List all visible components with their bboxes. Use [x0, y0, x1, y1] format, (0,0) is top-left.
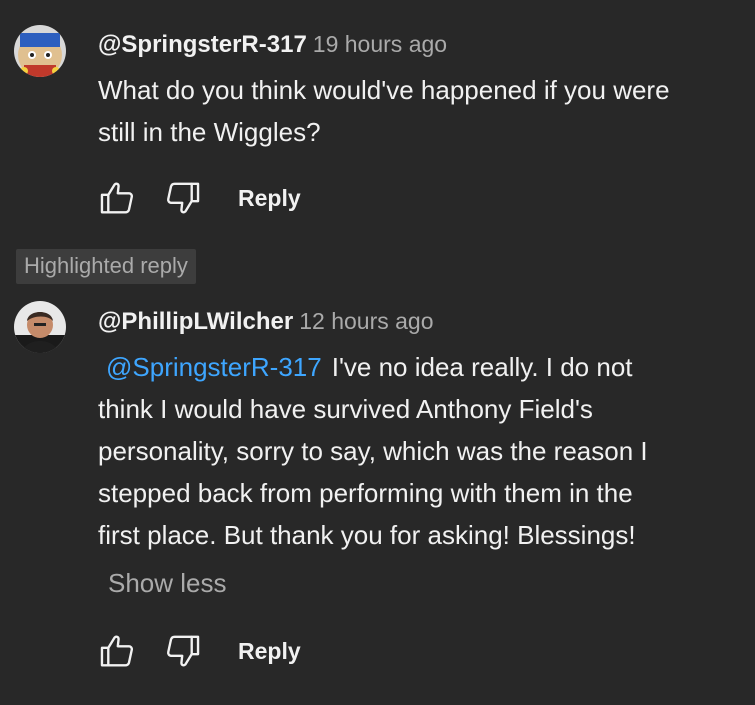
comment-text-line: still in the Wiggles? [98, 117, 321, 147]
reply-text-line: first place. But thank you for asking! B… [98, 520, 636, 550]
like-button[interactable] [96, 630, 138, 672]
reply-text-segment: I've no idea really. I do not [331, 352, 633, 382]
reply-button[interactable]: Reply [238, 638, 301, 665]
reply-text: @SpringsterR-317 I've no idea really. I d… [98, 346, 648, 556]
thumbs-down-icon [166, 182, 200, 214]
reply-actions: Reply [96, 630, 301, 672]
reply-text-line: personality, sorry to say, which was the… [98, 436, 648, 466]
dislike-button[interactable] [162, 177, 204, 219]
dislike-button[interactable] [162, 630, 204, 672]
comment-actions: Reply [96, 177, 301, 219]
reply-button[interactable]: Reply [238, 185, 301, 212]
avatar[interactable] [14, 25, 66, 77]
thumbs-down-icon [166, 635, 200, 667]
reply-timestamp[interactable]: 12 hours ago [299, 308, 433, 334]
comment-text-line: What do you think would've happened if y… [98, 75, 670, 105]
comment-timestamp[interactable]: 19 hours ago [313, 31, 447, 57]
reply-text-line: stepped back from performing with them i… [98, 478, 633, 508]
author-handle[interactable]: @PhillipLWilcher [98, 308, 293, 335]
mention-link[interactable]: @SpringsterR-317 [106, 352, 322, 382]
author-handle[interactable]: @SpringsterR-317 [98, 31, 307, 58]
avatar[interactable] [14, 301, 66, 353]
show-less-button[interactable]: Show less [108, 568, 227, 599]
thumbs-up-icon [100, 635, 134, 667]
highlighted-reply-badge: Highlighted reply [16, 249, 196, 284]
reply-text-line: @SpringsterR-317 I've no idea really. I d… [98, 346, 648, 388]
like-button[interactable] [96, 177, 138, 219]
comment-author[interactable]: @SpringsterR-317 19 hours ago [98, 31, 447, 59]
reply-text-line: think I would have survived Anthony Fiel… [98, 394, 593, 424]
reply-author[interactable]: @PhillipLWilcher 12 hours ago [98, 308, 434, 336]
comment-text: What do you think would've happened if y… [98, 69, 670, 153]
thumbs-up-icon [100, 182, 134, 214]
comments-panel: @SpringsterR-317 19 hours ago What do you… [0, 0, 755, 705]
